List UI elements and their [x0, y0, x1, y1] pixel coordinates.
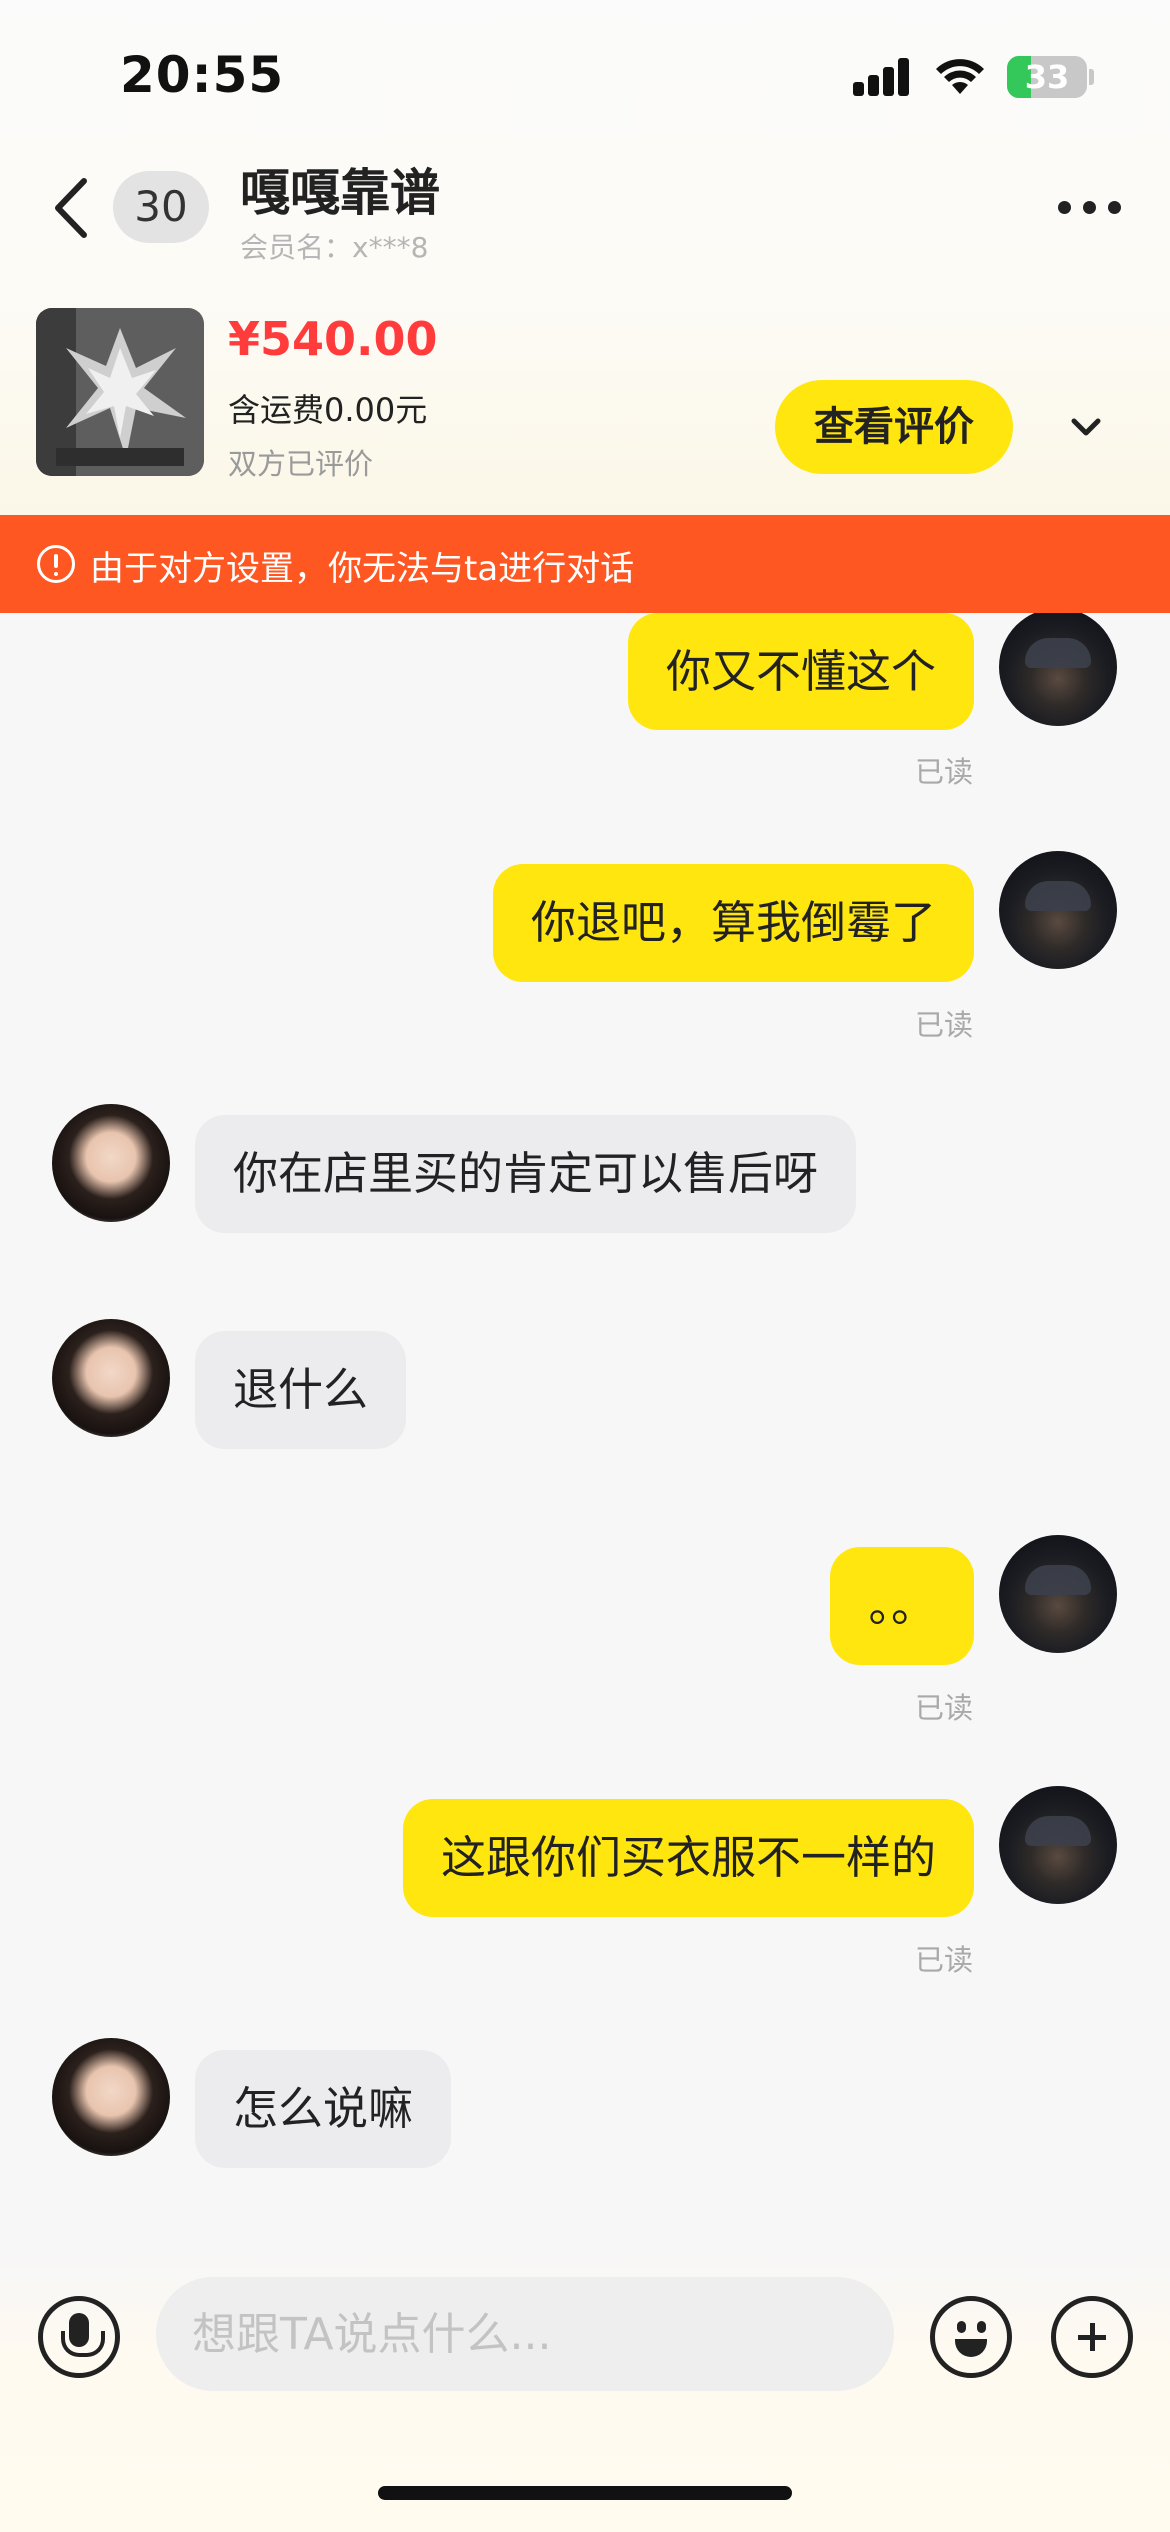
message-bubble-mine[interactable]: 。。	[830, 1547, 974, 1665]
header-area: 20:55 33 30 嘎嘎靠谱 会员名：x***8 ¥540.00 含运费0.…	[0, 0, 1170, 515]
my-avatar[interactable]	[999, 1786, 1117, 1904]
contact-avatar[interactable]	[52, 1104, 170, 1222]
battery-level: 33	[1024, 58, 1070, 96]
read-receipt: 已读	[915, 1008, 974, 1042]
product-price: ¥540.00	[228, 312, 438, 366]
contact-avatar[interactable]	[52, 2038, 170, 2156]
product-shipping: 含运费0.00元	[228, 391, 428, 429]
more-dots-icon[interactable]	[1058, 195, 1122, 219]
wifi-icon	[936, 59, 984, 94]
chevron-left-icon[interactable]	[50, 175, 94, 241]
message-bubble-mine[interactable]: 这跟你们买衣服不一样的	[402, 1799, 974, 1917]
signal-icon	[853, 58, 911, 96]
message-bubble-theirs[interactable]: 退什么	[195, 1331, 407, 1449]
home-indicator[interactable]	[378, 2486, 792, 2500]
message-bubble-theirs[interactable]: 你在店里买的肯定可以售后呀	[195, 1115, 857, 1233]
product-thumbnail[interactable]	[36, 308, 204, 476]
alert-icon	[37, 545, 75, 583]
status-time: 20:55	[120, 46, 285, 104]
chat-page: 20:55 33 30 嘎嘎靠谱 会员名：x***8 ¥540.00 含运费0.…	[0, 0, 1170, 2532]
battery-icon: 33	[1007, 56, 1087, 98]
message-bubble-mine[interactable]: 你退吧，算我倒霉了	[492, 864, 974, 982]
message-bubble-mine[interactable]: 你又不懂这个	[627, 613, 974, 730]
message-input[interactable]	[156, 2277, 894, 2391]
my-avatar[interactable]	[999, 851, 1117, 969]
view-review-button[interactable]: 查看评价	[775, 380, 1013, 474]
unread-count-badge[interactable]: 30	[113, 171, 209, 243]
my-avatar[interactable]	[999, 1535, 1117, 1653]
battery-tip	[1089, 69, 1094, 85]
chevron-down-icon[interactable]	[1068, 413, 1104, 441]
member-name: 会员名：x***8	[240, 231, 429, 264]
read-receipt: 已读	[915, 1943, 974, 1977]
contact-name: 嘎嘎靠谱	[240, 164, 440, 222]
blocked-warning-banner: 由于对方设置，你无法与ta进行对话	[0, 515, 1170, 613]
my-avatar[interactable]	[999, 613, 1117, 726]
microphone-icon[interactable]	[38, 2296, 120, 2378]
message-list[interactable]: 你又不懂这个 已读 你退吧，算我倒霉了 已读 你在店里买的肯定可以售后呀 退什么…	[0, 613, 1170, 2253]
emoji-icon[interactable]	[930, 2296, 1012, 2378]
read-receipt: 已读	[915, 1691, 974, 1725]
plus-icon[interactable]	[1051, 2296, 1133, 2378]
message-bubble-theirs[interactable]: 怎么说嘛	[195, 2050, 452, 2168]
warning-text: 由于对方设置，你无法与ta进行对话	[90, 549, 635, 589]
contact-avatar[interactable]	[52, 1319, 170, 1437]
read-receipt: 已读	[915, 755, 974, 789]
status-bar: 20:55 33	[0, 0, 1170, 150]
review-status: 双方已评价	[228, 447, 374, 481]
